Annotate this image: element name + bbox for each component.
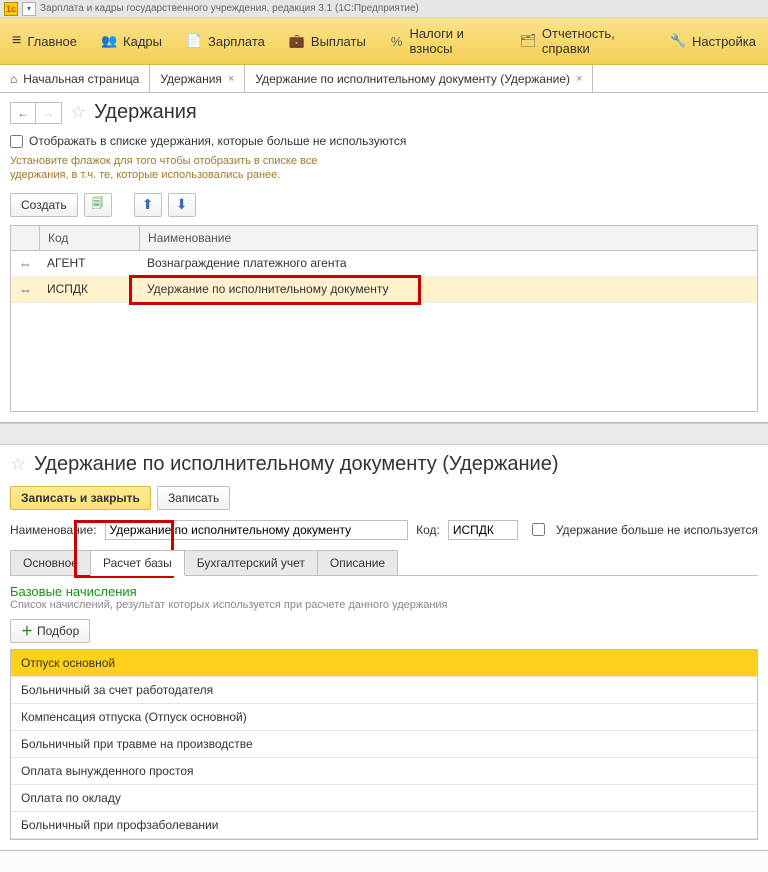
tab-base-calc[interactable]: Расчет базы	[90, 550, 185, 576]
page-title: Удержание по исполнительному документу (…	[34, 453, 558, 476]
copy-icon: 🗐	[92, 194, 104, 215]
move-up-button[interactable]: ⬆	[134, 193, 162, 217]
menu-burger[interactable]: ≡ Главное	[0, 18, 89, 64]
cell-name: Удержание по исполнительному документу	[139, 277, 757, 302]
menu-reports[interactable]: 🗂 Отчетность, справки	[508, 18, 658, 64]
main-menu: ≡ Главное 👥 Кадры 📄 Зарплата 💼 Выплаты % Нало…	[0, 18, 768, 65]
menu-salary[interactable]: 📄 Зарплата	[174, 18, 277, 64]
back-button[interactable]: ←	[10, 102, 36, 124]
base-accruals-hint: Список начислений, результат которых исп…	[10, 599, 758, 611]
cell-code: ИСПДК	[39, 277, 139, 302]
inner-tabs: Основное Расчет базы Бухгалтерский учет …	[10, 550, 758, 576]
cell-name: Вознаграждение платежного агента	[139, 251, 757, 276]
list-toolbar: Создать 🗐 ⬆ ⬇	[10, 193, 758, 217]
show-unused-hint: Установите флажок для того чтобы отобраз…	[10, 154, 370, 183]
create-button[interactable]: Создать	[10, 193, 78, 217]
menu-settings[interactable]: 🔧 Настройка	[658, 18, 768, 64]
menu-payments[interactable]: 💼 Выплаты	[277, 18, 378, 64]
tab-main[interactable]: Основное	[10, 550, 91, 576]
unused-label: Удержание больше не используется	[556, 523, 758, 537]
titlebar-dropdown[interactable]: ▾	[22, 2, 36, 16]
people-icon: 👥	[101, 33, 117, 49]
pick-label: Подбор	[37, 624, 79, 638]
show-unused-checkbox[interactable]	[10, 135, 23, 148]
arrow-down-icon: ⬇	[176, 196, 188, 213]
favorite-star-icon[interactable]: ☆	[10, 454, 26, 475]
list-item[interactable]: Больничный при травме на производстве	[11, 731, 757, 758]
favorite-star-icon[interactable]: ☆	[70, 102, 86, 123]
menu-taxes[interactable]: % Налоги и взносы	[378, 18, 508, 64]
tab-label: Удержания	[160, 72, 222, 86]
menu-personnel[interactable]: 👥 Кадры	[89, 18, 174, 64]
burger-icon: ≡	[12, 32, 21, 50]
label-code: Код:	[416, 523, 440, 537]
name-input[interactable]	[105, 520, 409, 540]
show-unused-label: Отображать в списке удержания, которые б…	[29, 134, 406, 148]
copy-button[interactable]: 🗐	[84, 193, 112, 217]
nav-tabs: ⌂ Начальная страница Удержания × Удержан…	[0, 65, 768, 93]
save-button[interactable]: Записать	[157, 486, 230, 510]
menu-label: Налоги и взносы	[409, 26, 495, 56]
app-logo: 1c	[4, 2, 18, 16]
pane-deductions-list: ← → ☆ Удержания Отображать в списке удер…	[0, 93, 768, 423]
tab-home[interactable]: ⌂ Начальная страница	[0, 65, 150, 92]
menu-label: Кадры	[123, 34, 162, 49]
pick-button[interactable]: ＋ Подбор	[10, 619, 90, 643]
menu-label-main: Главное	[27, 34, 77, 49]
tab-label: Удержание по исполнительному документу (…	[255, 72, 570, 86]
tab-deduction-enforcement[interactable]: Удержание по исполнительному документу (…	[245, 65, 593, 92]
grid-header: Код Наименование	[11, 226, 757, 251]
table-row[interactable]: ⇔ АГЕНТ Вознаграждение платежного агента	[11, 251, 757, 277]
nav-buttons: ← →	[10, 102, 62, 124]
label-name: Наименование:	[10, 523, 97, 537]
form-row-name: Наименование: Код: Удержание больше не и…	[10, 520, 758, 540]
wrench-icon: 🔧	[670, 33, 686, 49]
tab-label: Начальная страница	[23, 72, 139, 86]
move-down-button[interactable]: ⬇	[168, 193, 196, 217]
col-code[interactable]: Код	[39, 226, 139, 250]
tab-deductions[interactable]: Удержания ×	[150, 65, 245, 92]
list-item[interactable]: Оплата вынужденного простоя	[11, 758, 757, 785]
list-item[interactable]: Отпуск основной	[11, 650, 757, 677]
base-accruals-list: Отпуск основной Больничный за счет работ…	[10, 649, 758, 840]
page-title: Удержания	[94, 101, 197, 124]
pane-divider	[0, 423, 768, 445]
plus-icon: ＋	[21, 622, 33, 639]
briefcase-icon: 💼	[289, 33, 305, 49]
row-marker-icon: ⇔	[19, 256, 32, 271]
tab-description[interactable]: Описание	[317, 550, 398, 576]
unused-checkbox[interactable]	[532, 523, 545, 536]
doc-icon: 📄	[186, 33, 202, 49]
tab-accounting[interactable]: Бухгалтерский учет	[184, 550, 318, 576]
list-item[interactable]: Больничный за счет работодателя	[11, 677, 757, 704]
menu-label: Выплаты	[311, 34, 366, 49]
menu-label: Зарплата	[208, 34, 265, 49]
percent-icon: %	[390, 34, 404, 49]
code-input[interactable]	[448, 520, 518, 540]
list-item[interactable]: Оплата по окладу	[11, 785, 757, 812]
table-row[interactable]: ⇔ ИСПДК Удержание по исполнительному док…	[11, 277, 757, 303]
list-item[interactable]: Компенсация отпуска (Отпуск основной)	[11, 704, 757, 731]
forward-button[interactable]: →	[36, 102, 62, 124]
cell-code: АГЕНТ	[39, 251, 139, 276]
pane-deduction-form: ☆ Удержание по исполнительному документу…	[0, 445, 768, 851]
folder-icon: 🗂	[520, 33, 536, 49]
window-titlebar: 1c ▾ Зарплата и кадры государственного у…	[0, 0, 768, 18]
col-name[interactable]: Наименование	[139, 226, 757, 250]
base-accruals-title: Базовые начисления	[10, 584, 758, 599]
form-toolbar: Записать и закрыть Записать	[10, 486, 758, 510]
menu-label: Отчетность, справки	[542, 26, 646, 56]
list-item[interactable]: Больничный при профзаболевании	[11, 812, 757, 839]
row-marker-icon: ⇔	[19, 282, 32, 297]
close-icon[interactable]: ×	[576, 73, 582, 85]
deductions-grid: Код Наименование ⇔ АГЕНТ Вознаграждение …	[10, 225, 758, 412]
window-title: Зарплата и кадры государственного учрежд…	[40, 3, 419, 14]
arrow-up-icon: ⬆	[142, 196, 154, 213]
home-icon: ⌂	[10, 72, 17, 86]
close-icon[interactable]: ×	[228, 73, 234, 85]
save-close-button[interactable]: Записать и закрыть	[10, 486, 151, 510]
menu-label: Настройка	[692, 34, 756, 49]
